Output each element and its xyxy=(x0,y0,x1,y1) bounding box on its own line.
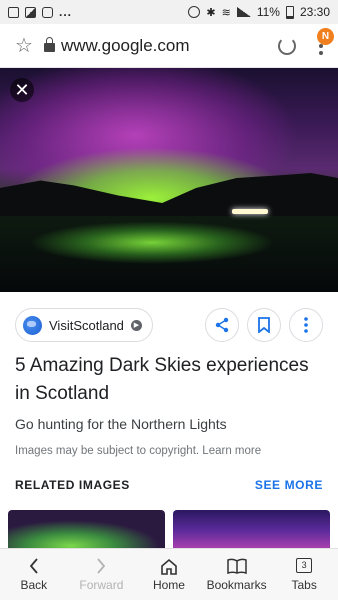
bookmarks-icon xyxy=(226,557,247,575)
tabs-icon: 3 xyxy=(294,557,314,575)
url-field[interactable]: www.google.com xyxy=(61,36,278,56)
status-bar: ... ✱ ≋ 11% 23:30 xyxy=(0,0,338,24)
battery-percent: 11% xyxy=(256,5,280,19)
wifi-icon: ≋ xyxy=(221,6,231,19)
bookmarks-button[interactable]: Bookmarks xyxy=(203,549,271,600)
signal-icon xyxy=(236,7,251,17)
related-images-header: RELATED IMAGES SEE MORE xyxy=(15,478,323,492)
close-icon[interactable]: ✕ xyxy=(10,78,34,102)
shore-lights xyxy=(232,209,268,214)
data-saver-icon xyxy=(188,6,201,18)
bookmarks-label: Bookmarks xyxy=(206,578,267,592)
more-options-button[interactable] xyxy=(289,308,323,342)
learn-more-link[interactable]: Learn more xyxy=(202,445,261,457)
mountain-silhouette xyxy=(0,173,338,218)
source-row: VisitScotland ▶ xyxy=(15,307,323,343)
bookmark-star-icon[interactable]: ☆ xyxy=(10,33,38,58)
image-subtitle: Go hunting for the Northern Lights xyxy=(15,416,227,432)
related-thumbnails xyxy=(8,510,330,550)
related-thumbnail[interactable] xyxy=(173,510,330,550)
related-images-title: RELATED IMAGES xyxy=(15,478,130,492)
photo-notification-icon xyxy=(25,6,36,18)
browser-menu-button[interactable]: N xyxy=(314,27,334,58)
copyright-text: Images may be subject to copyright. xyxy=(15,445,200,457)
battery-icon xyxy=(285,5,294,19)
source-chip[interactable]: VisitScotland ▶ xyxy=(15,308,153,342)
bottom-navigation: Back Forward Home Bookmarks 3 Tabs xyxy=(0,548,338,600)
status-right: ✱ ≋ 11% 23:30 xyxy=(188,5,330,19)
tabs-button[interactable]: 3 Tabs xyxy=(270,549,338,600)
notification-badge: N xyxy=(317,27,334,45)
status-left: ... xyxy=(8,5,72,19)
home-button[interactable]: Home xyxy=(135,549,203,600)
related-thumbnail[interactable] xyxy=(8,510,165,550)
forward-button[interactable]: Forward xyxy=(68,549,136,600)
clock: 23:30 xyxy=(299,5,330,19)
image-notification-icon xyxy=(8,6,19,18)
back-button[interactable]: Back xyxy=(0,549,68,600)
copyright-notice: Images may be subject to copyright. Lear… xyxy=(15,445,261,457)
source-name: VisitScotland xyxy=(49,317,124,333)
back-label: Back xyxy=(20,578,48,592)
image-title[interactable]: 5 Amazing Dark Skies experiences in Scot… xyxy=(15,352,315,408)
bluetooth-icon: ✱ xyxy=(206,6,216,19)
more-notifications: ... xyxy=(59,5,73,19)
share-icon xyxy=(215,317,229,333)
open-arrow-icon: ▶ xyxy=(130,319,142,331)
see-more-link[interactable]: SEE MORE xyxy=(255,478,323,492)
back-icon xyxy=(29,557,39,575)
forward-icon xyxy=(96,557,106,575)
save-button[interactable] xyxy=(247,308,281,342)
action-buttons xyxy=(205,308,323,342)
tab-count: 3 xyxy=(296,558,313,573)
lake-reflection xyxy=(0,216,338,292)
message-notification-icon xyxy=(42,6,53,18)
aurora-image[interactable]: ✕ xyxy=(0,68,338,292)
reload-icon[interactable] xyxy=(278,36,296,55)
forward-label: Forward xyxy=(79,578,124,592)
lock-icon[interactable] xyxy=(44,37,55,52)
more-vert-icon xyxy=(304,317,308,333)
home-icon xyxy=(160,557,178,575)
globe-icon xyxy=(23,315,42,335)
share-button[interactable] xyxy=(205,308,239,342)
bookmark-icon xyxy=(258,317,270,333)
tabs-label: Tabs xyxy=(291,578,317,592)
address-bar: ☆ www.google.com N xyxy=(0,24,338,68)
home-label: Home xyxy=(152,578,185,592)
